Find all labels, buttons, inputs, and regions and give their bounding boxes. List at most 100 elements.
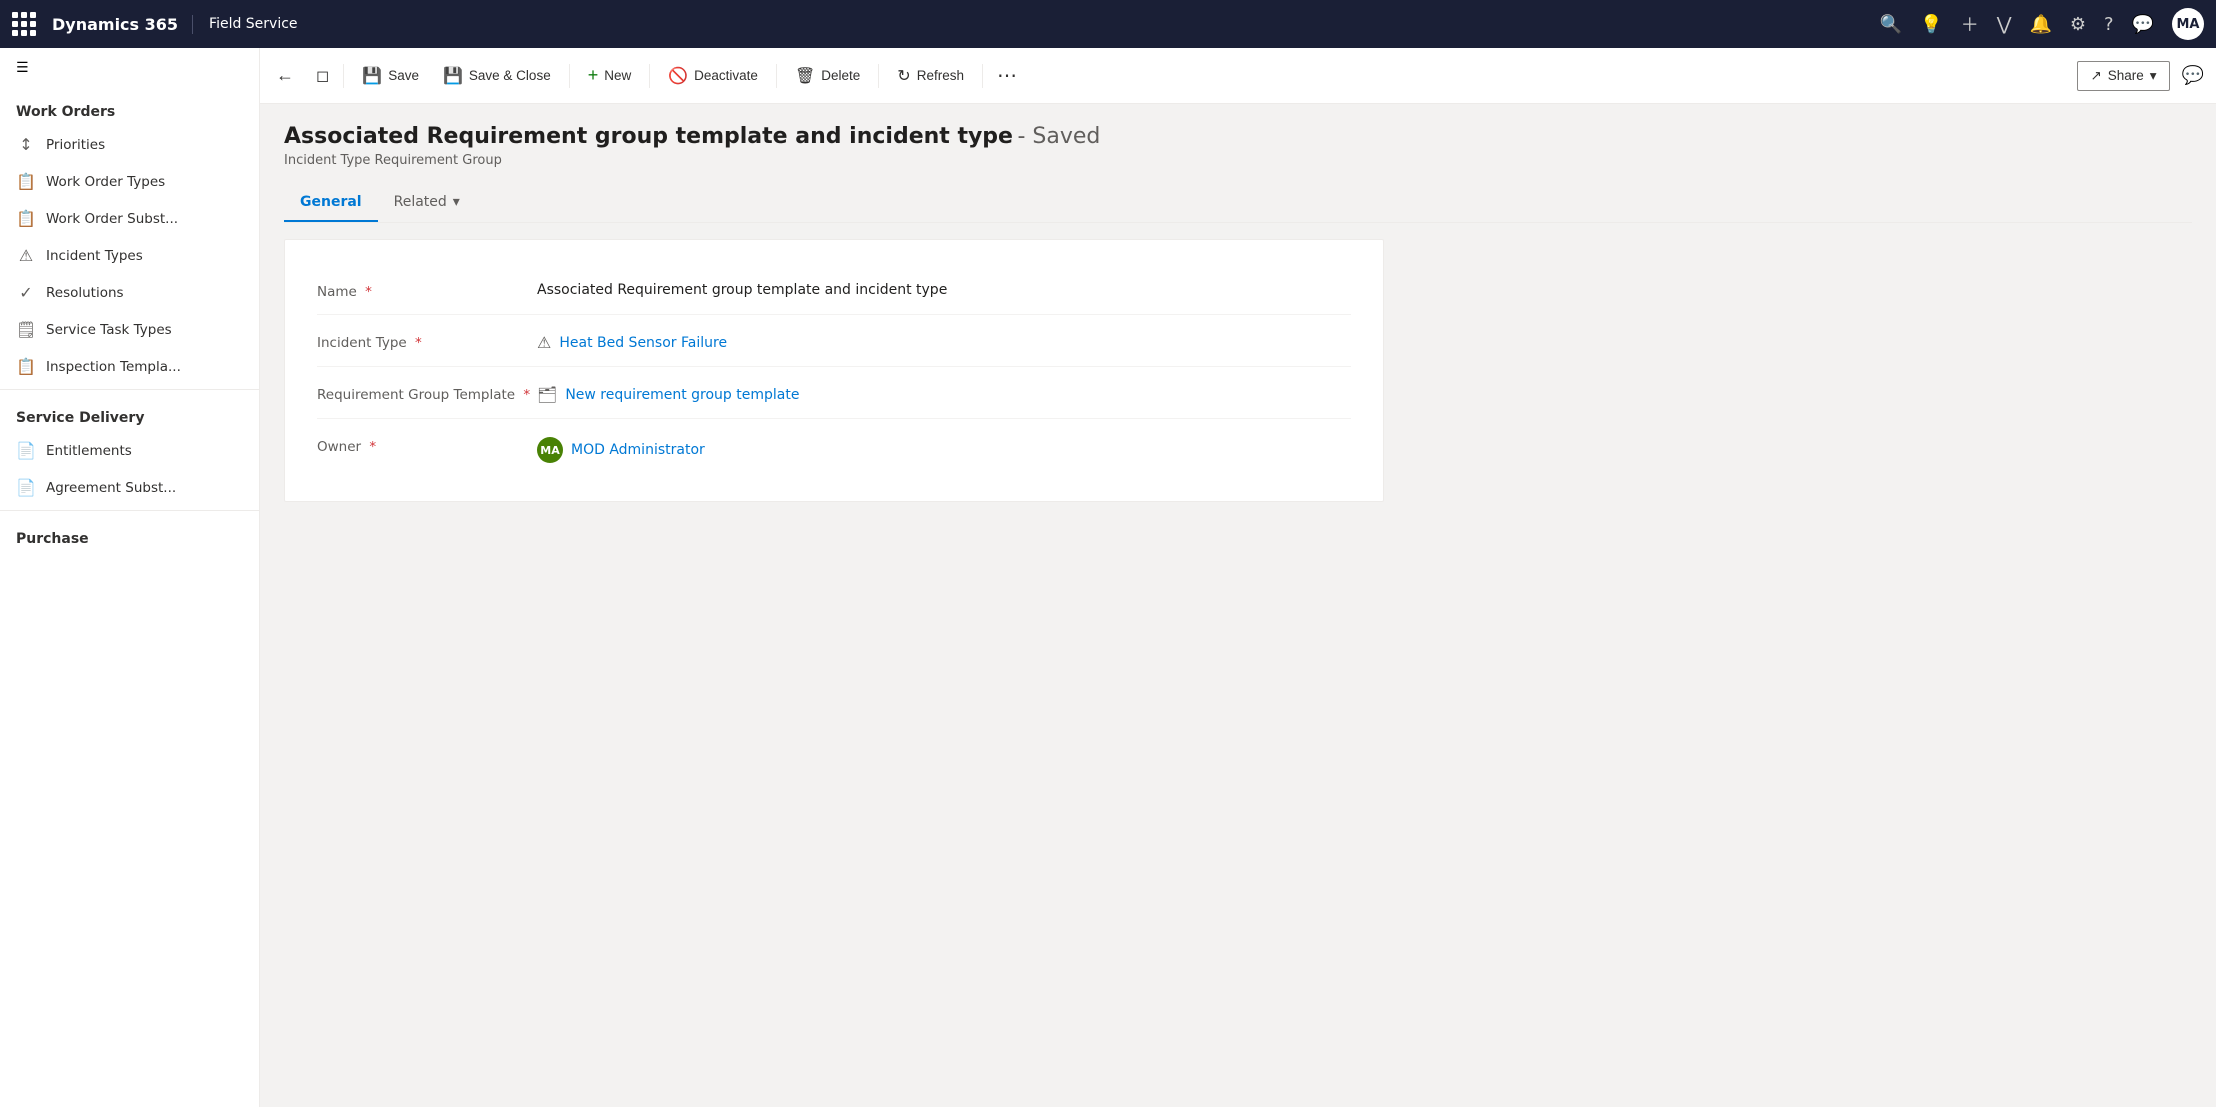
- sidebar-item-agreement-subst[interactable]: 📄 Agreement Subst...: [0, 469, 259, 506]
- incident-type-link[interactable]: Heat Bed Sensor Failure: [559, 335, 727, 351]
- bell-icon[interactable]: 🔔: [2029, 14, 2051, 35]
- field-value-name: Associated Requirement group template an…: [537, 278, 1351, 298]
- field-label-name: Name *: [317, 278, 537, 300]
- form-row-incident-type: Incident Type * ⚠ Heat Bed Sensor Failur…: [317, 315, 1351, 367]
- entitlements-icon: 📄: [16, 441, 36, 460]
- tab-related[interactable]: Related ▾: [378, 184, 476, 222]
- sidebar-item-resolutions[interactable]: ✓ Resolutions: [0, 274, 259, 311]
- back-button[interactable]: ←: [272, 61, 298, 90]
- plus-icon[interactable]: ＋: [1961, 11, 1979, 37]
- refresh-button[interactable]: ↻ Refresh: [887, 60, 974, 92]
- cmd-separator-1: [343, 64, 344, 88]
- module-name: Field Service: [209, 16, 1868, 32]
- help-icon[interactable]: ?: [2104, 14, 2114, 35]
- command-bar: ← ◻ 💾 Save 💾 Save & Close + New 🚫 Deacti…: [260, 48, 2216, 104]
- app-launcher-icon[interactable]: [12, 12, 36, 36]
- required-indicator: *: [415, 335, 422, 351]
- expand-button[interactable]: ◻: [310, 62, 335, 90]
- settings-icon[interactable]: ⚙: [2070, 14, 2086, 35]
- related-chevron-icon: ▾: [453, 194, 460, 210]
- page-content: Associated Requirement group template an…: [260, 104, 2216, 1107]
- sidebar-section-purchase: Purchase: [0, 515, 259, 553]
- sidebar-item-label: Resolutions: [46, 285, 124, 301]
- top-navigation: Dynamics 365 Field Service 🔍 💡 ＋ ⋁ 🔔 ⚙ ?…: [0, 0, 2216, 48]
- sidebar-item-label: Inspection Templa...: [46, 359, 181, 375]
- cmd-separator-2: [569, 64, 570, 88]
- form-row-owner: Owner * MA MOD Administrator: [317, 419, 1351, 477]
- name-value: Associated Requirement group template an…: [537, 282, 947, 298]
- field-label-incident-type: Incident Type *: [317, 329, 537, 351]
- cmd-separator-5: [878, 64, 879, 88]
- delete-button[interactable]: 🗑 Delete: [785, 60, 870, 92]
- deactivate-icon: 🚫: [668, 66, 688, 86]
- requirement-group-link[interactable]: New requirement group template: [565, 387, 799, 403]
- save-icon: 💾: [362, 66, 382, 86]
- sidebar-item-label: Priorities: [46, 137, 105, 153]
- work-order-types-icon: 📋: [16, 172, 36, 191]
- sidebar-item-service-task-types[interactable]: 🗒 Service Task Types: [0, 311, 259, 348]
- sidebar-item-entitlements[interactable]: 📄 Entitlements: [0, 432, 259, 469]
- sidebar-item-priorities[interactable]: ↕ Priorities: [0, 126, 259, 163]
- field-value-owner[interactable]: MA MOD Administrator: [537, 433, 1351, 463]
- sidebar-item-label: Incident Types: [46, 248, 143, 264]
- inspection-templ-icon: 📋: [16, 357, 36, 376]
- owner-link[interactable]: MOD Administrator: [571, 442, 705, 458]
- required-indicator: *: [523, 387, 530, 403]
- sidebar: ☰ Work Orders ↕ Priorities 📋 Work Order …: [0, 48, 260, 1107]
- warning-icon: ⚠: [537, 333, 551, 352]
- main-content: ← ◻ 💾 Save 💾 Save & Close + New 🚫 Deacti…: [260, 48, 2216, 1107]
- field-value-incident-type[interactable]: ⚠ Heat Bed Sensor Failure: [537, 329, 1351, 352]
- tabs: General Related ▾: [284, 184, 2192, 223]
- chat-icon[interactable]: 💬: [2132, 14, 2154, 35]
- sidebar-item-inspection-templ[interactable]: 📋 Inspection Templa...: [0, 348, 259, 385]
- service-task-types-icon: 🗒: [16, 320, 36, 339]
- sidebar-item-work-order-types[interactable]: 📋 Work Order Types: [0, 163, 259, 200]
- plus-icon: +: [588, 65, 599, 86]
- sidebar-section-service-delivery: Service Delivery: [0, 394, 259, 432]
- sidebar-section-work-orders: Work Orders: [0, 88, 259, 126]
- required-indicator: *: [365, 284, 372, 300]
- field-value-requirement-group[interactable]: 🗂 New requirement group template: [537, 381, 1351, 404]
- navigation-arrows: ←: [272, 61, 298, 90]
- field-label-owner: Owner *: [317, 433, 537, 455]
- field-label-requirement-group: Requirement Group Template *: [317, 381, 537, 403]
- sidebar-item-label: Service Task Types: [46, 322, 172, 338]
- more-options-button[interactable]: ⋯: [991, 59, 1025, 92]
- sidebar-item-label: Entitlements: [46, 443, 132, 459]
- cmd-separator-4: [776, 64, 777, 88]
- priorities-icon: ↕: [16, 135, 36, 154]
- sidebar-item-work-order-subst[interactable]: 📋 Work Order Subst...: [0, 200, 259, 237]
- incident-types-icon: ⚠: [16, 246, 36, 265]
- deactivate-button[interactable]: 🚫 Deactivate: [658, 60, 768, 92]
- top-nav-icons: 🔍 💡 ＋ ⋁ 🔔 ⚙ ? 💬 MA: [1880, 8, 2204, 40]
- lightbulb-icon[interactable]: 💡: [1920, 14, 1942, 35]
- saved-indicator: - Saved: [1017, 124, 1100, 149]
- hamburger-menu[interactable]: ☰: [0, 48, 259, 88]
- sidebar-divider-1: [0, 389, 259, 390]
- save-button[interactable]: 💾 Save: [352, 60, 429, 92]
- agreement-subst-icon: 📄: [16, 478, 36, 497]
- sidebar-divider-2: [0, 510, 259, 511]
- page-subtitle: Incident Type Requirement Group: [284, 153, 2192, 168]
- filter-icon[interactable]: ⋁: [1997, 14, 2012, 35]
- form-row-name: Name * Associated Requirement group temp…: [317, 264, 1351, 315]
- sidebar-item-incident-types[interactable]: ⚠ Incident Types: [0, 237, 259, 274]
- delete-icon: 🗑: [795, 66, 815, 86]
- tab-general[interactable]: General: [284, 184, 378, 222]
- user-avatar[interactable]: MA: [2172, 8, 2204, 40]
- share-chevron-icon: ▾: [2150, 68, 2157, 84]
- work-order-subst-icon: 📋: [16, 209, 36, 228]
- new-button[interactable]: + New: [578, 59, 642, 92]
- template-icon: 🗂: [537, 385, 557, 404]
- refresh-icon: ↻: [897, 66, 910, 86]
- required-indicator: *: [369, 439, 376, 455]
- owner-avatar: MA: [537, 437, 563, 463]
- save-close-icon: 💾: [443, 66, 463, 86]
- page-header: Associated Requirement group template an…: [284, 124, 2192, 168]
- search-icon[interactable]: 🔍: [1880, 14, 1902, 35]
- sidebar-scroll: Work Orders ↕ Priorities 📋 Work Order Ty…: [0, 88, 259, 1107]
- sidebar-item-label: Agreement Subst...: [46, 480, 176, 496]
- chat-panel-icon[interactable]: 💬: [2182, 65, 2204, 86]
- share-button[interactable]: ↗ Share ▾: [2077, 61, 2169, 91]
- save-close-button[interactable]: 💾 Save & Close: [433, 60, 561, 92]
